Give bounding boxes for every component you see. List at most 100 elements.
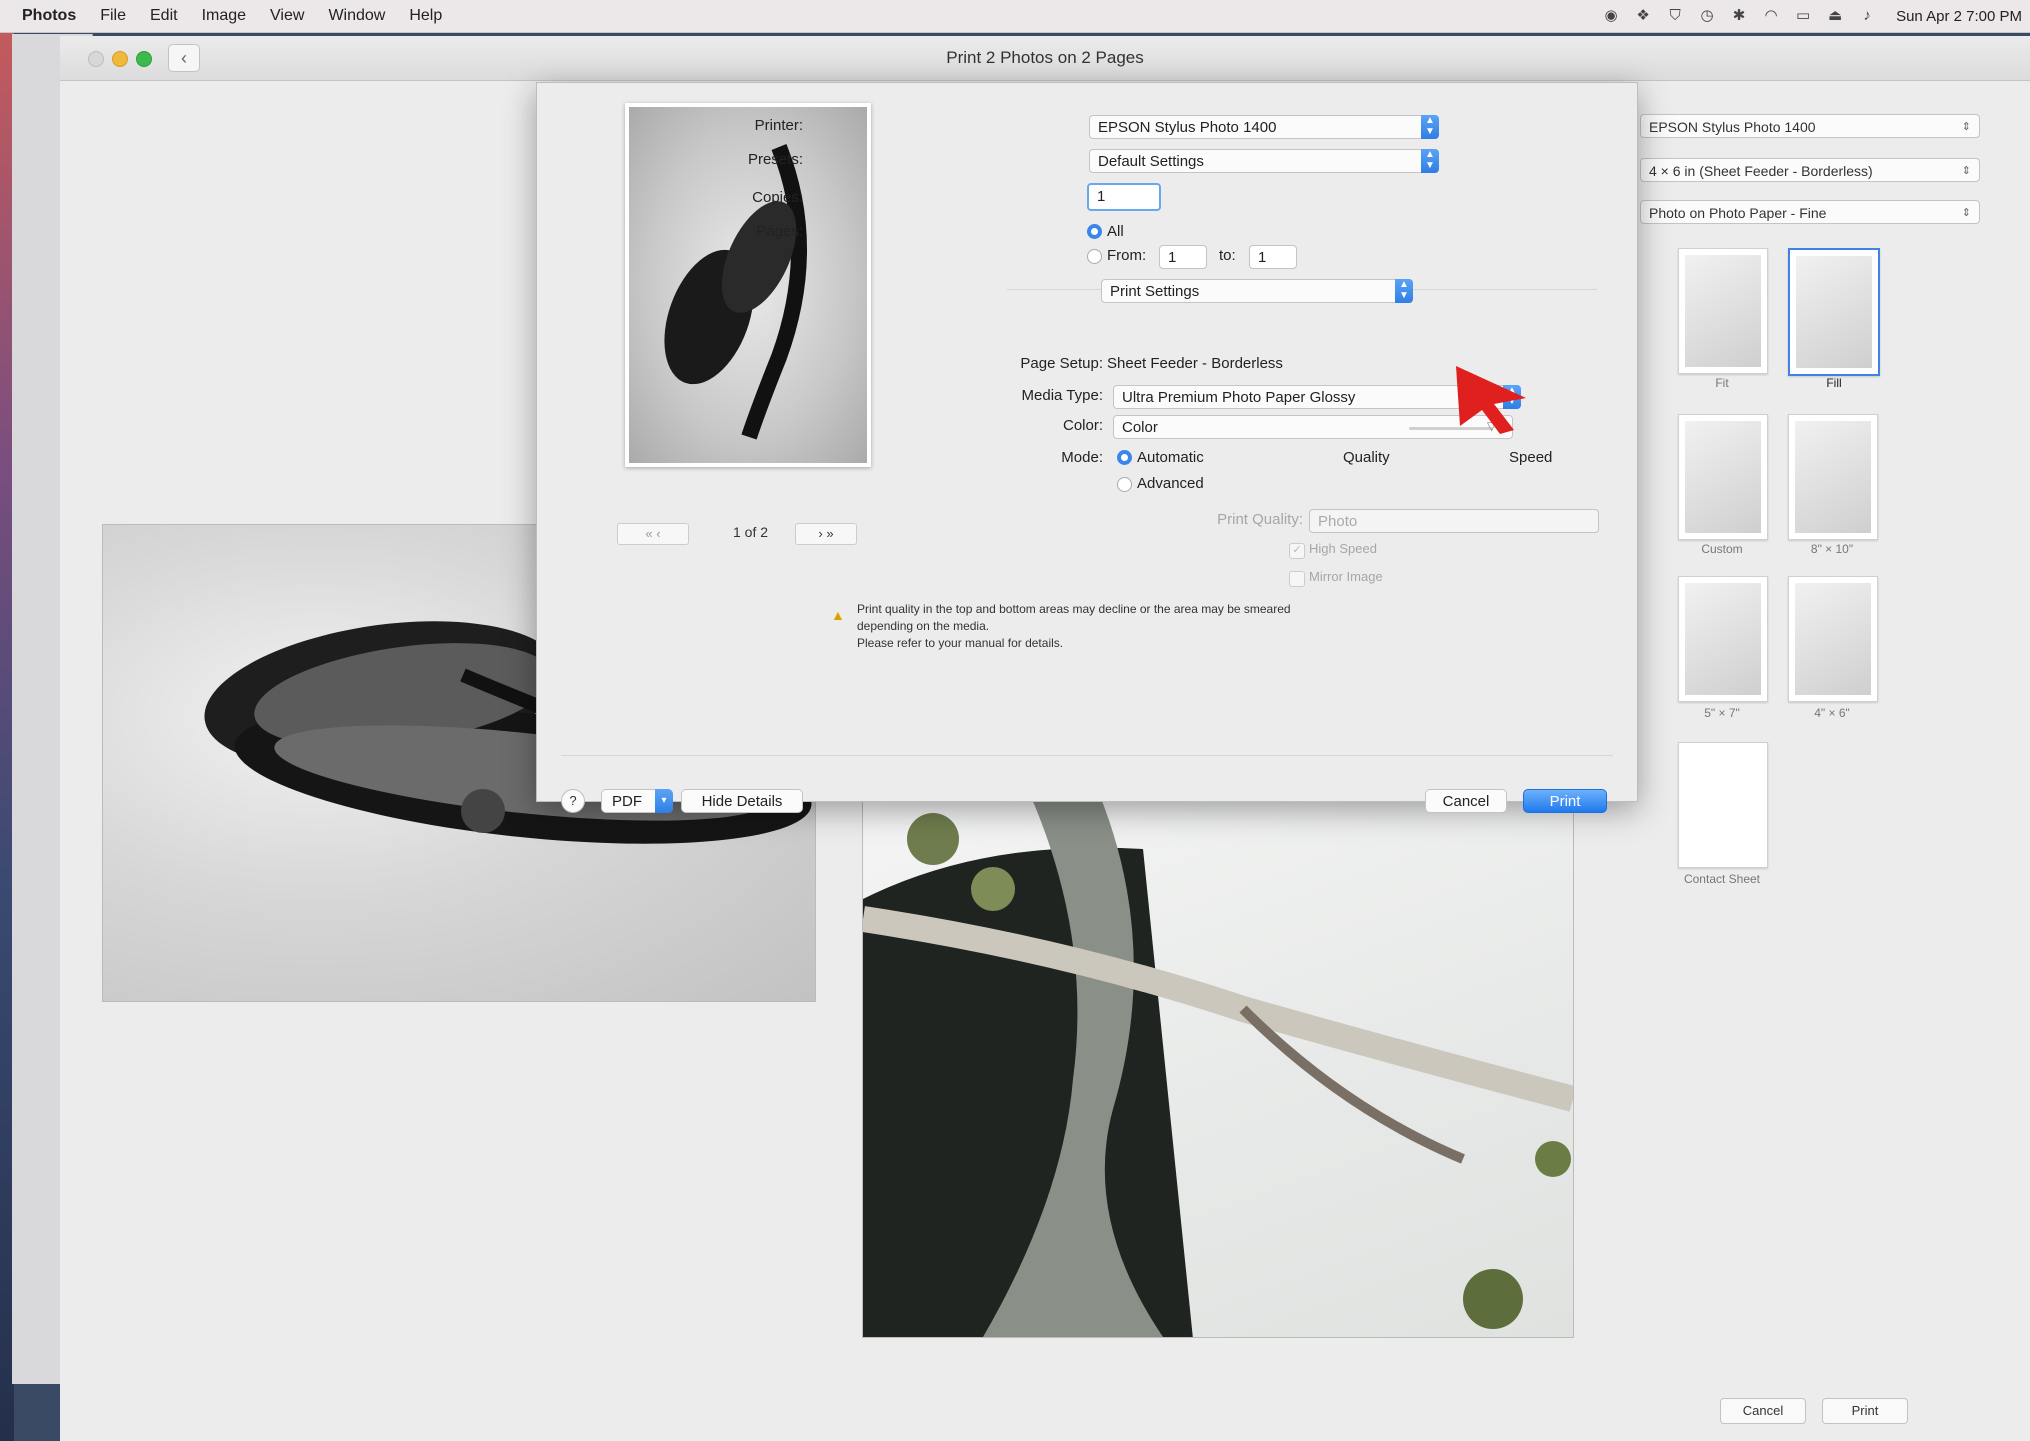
chevron-updown-icon: ⇕ [1961,207,1971,219]
photo-preview-heron[interactable] [862,778,1574,1338]
printer-label: Printer: [754,117,803,134]
pdf-label: PDF [612,793,642,810]
pages-from-label: From: [1107,247,1147,264]
clock-icon[interactable]: ◷ [1698,7,1716,25]
dropbox-icon[interactable]: ❖ [1634,7,1652,25]
bluetooth-icon[interactable]: ✱ [1730,7,1748,25]
copies-input[interactable]: 1 [1087,183,1161,211]
chevron-updown-icon: ⇕ [1961,165,1971,177]
page-setup-value: Sheet Feeder - Borderless [1107,355,1283,372]
layout-option-contact-sheet[interactable] [1678,742,1768,868]
warning-line-2: depending on the media. [857,619,990,633]
quality-label: Quality [1343,449,1390,466]
chevron-updown-icon: ▲ ▼ [1421,115,1439,139]
menu-image[interactable]: Image [202,7,246,25]
page-indicator: 1 of 2 [733,524,769,540]
layout-thumbnail [1685,421,1761,533]
layout-label-8x10: 8" × 10" [1810,542,1854,556]
mode-advanced-radio[interactable] [1117,477,1132,492]
menu-bar: Photos File Edit Image View Window Help … [0,0,2030,33]
print-section-select[interactable]: Print Settings ▲ ▼ [1101,279,1413,303]
print-button[interactable]: Print [1523,789,1607,813]
airplay-icon[interactable]: ▭ [1794,7,1812,25]
window-title: Print 2 Photos on 2 Pages [946,48,1144,67]
layout-thumbnail [1795,421,1871,533]
mode-automatic-label: Automatic [1137,449,1204,466]
sidebar-paper-size-select[interactable]: 4 × 6 in (Sheet Feeder - Borderless) ⇕ [1640,158,1980,182]
mode-automatic-radio[interactable] [1117,450,1132,465]
printer-select[interactable]: EPSON Stylus Photo 1400 ▲ ▼ [1089,115,1439,139]
mirror-image-checkbox[interactable] [1289,571,1305,587]
chevron-down-icon: ▾ [655,789,673,813]
cancel-button[interactable]: Cancel [1425,789,1507,813]
pages-range-radio[interactable] [1087,249,1102,264]
mode-advanced-label: Advanced [1137,475,1204,492]
menu-view[interactable]: View [270,7,304,25]
menu-app-photos[interactable]: Photos [22,7,76,25]
layout-option-8x10[interactable] [1788,414,1878,540]
screen-icon[interactable]: ◉ [1602,7,1620,25]
shield-icon[interactable]: ⛉ [1666,7,1684,25]
pages-all-radio[interactable] [1087,224,1102,239]
layout-option-custom[interactable] [1678,414,1768,540]
print-quality-label: Print Quality: [1217,511,1303,528]
chevron-updown-icon: ▲ ▼ [1395,279,1413,303]
pdf-menu-button[interactable]: PDF ▾ [601,789,673,813]
warning-line-1: Print quality in the top and bottom area… [857,602,1291,616]
help-button[interactable]: ? [561,789,585,813]
pages-label: Pages: [756,223,803,240]
eject-icon[interactable]: ⏏ [1826,7,1844,25]
layout-option-fill[interactable] [1788,248,1880,376]
double-chevron-right-icon: › » [818,526,834,541]
layout-thumbnail [1685,583,1761,695]
high-speed-checkbox[interactable]: ✓ [1289,543,1305,559]
color-select-value: Color [1122,419,1158,436]
red-cursor-arrow-icon [1456,366,1526,434]
print-quality-select[interactable]: Photo [1309,509,1599,533]
layout-thumbnail [1685,255,1761,367]
volume-icon[interactable]: ♪ [1858,7,1876,25]
sidebar-media-select[interactable]: Photo on Photo Paper - Fine ⇕ [1640,200,1980,224]
pages-from-input[interactable]: 1 [1159,245,1207,269]
menu-file[interactable]: File [100,7,126,25]
warning-line-3: Please refer to your manual for details. [857,636,1064,650]
layout-label-fit: Fit [1715,376,1729,390]
presets-select[interactable]: Default Settings ▲ ▼ [1089,149,1439,173]
separator [561,755,1613,756]
hide-details-button[interactable]: Hide Details [681,789,803,813]
layout-label-5x7: 5" × 7" [1704,706,1740,720]
printer-select-value: EPSON Stylus Photo 1400 [1098,119,1277,136]
layout-option-5x7[interactable] [1678,576,1768,702]
presets-select-value: Default Settings [1098,153,1204,170]
layout-option-4x6[interactable] [1788,576,1878,702]
pages-all-label: All [1107,223,1124,240]
wifi-icon[interactable]: ◠ [1762,7,1780,25]
menu-edit[interactable]: Edit [150,7,178,25]
high-speed-label: High Speed [1309,541,1377,556]
sidebar-printer-value: EPSON Stylus Photo 1400 [1649,119,1816,135]
next-page-button[interactable]: › » [795,523,857,545]
first-page-button[interactable]: « ‹ [617,523,689,545]
menu-clock[interactable]: Sun Apr 2 7:00 PM [1896,8,2022,25]
sidebar-print-button[interactable]: Print [1822,1398,1908,1424]
warning-icon: ▲ [831,607,845,623]
chevron-updown-icon: ⇕ [1961,121,1971,133]
layout-thumbnail [1796,256,1872,368]
heron-photo-image [863,779,1573,1337]
layout-label-4x6: 4" × 6" [1814,706,1850,720]
layout-option-fit[interactable] [1678,248,1768,374]
menu-help[interactable]: Help [409,7,442,25]
double-chevron-left-icon: « ‹ [645,526,661,541]
mirror-image-label: Mirror Image [1309,569,1383,584]
sidebar-printer-select[interactable]: EPSON Stylus Photo 1400 ⇕ [1640,114,1980,138]
sidebar-paper-size-value: 4 × 6 in (Sheet Feeder - Borderless) [1649,163,1873,179]
sidebar-cancel-button[interactable]: Cancel [1720,1398,1806,1424]
mode-label: Mode: [1061,449,1103,466]
media-type-value: Ultra Premium Photo Paper Glossy [1122,389,1356,406]
page-setup-label: Page Setup: [1020,355,1103,372]
menu-window[interactable]: Window [328,7,385,25]
sidebar-media-value: Photo on Photo Paper - Fine [1649,205,1827,221]
layout-label-contact-sheet: Contact Sheet [1683,872,1761,886]
pages-to-input[interactable]: 1 [1249,245,1297,269]
print-section-value: Print Settings [1110,283,1200,300]
